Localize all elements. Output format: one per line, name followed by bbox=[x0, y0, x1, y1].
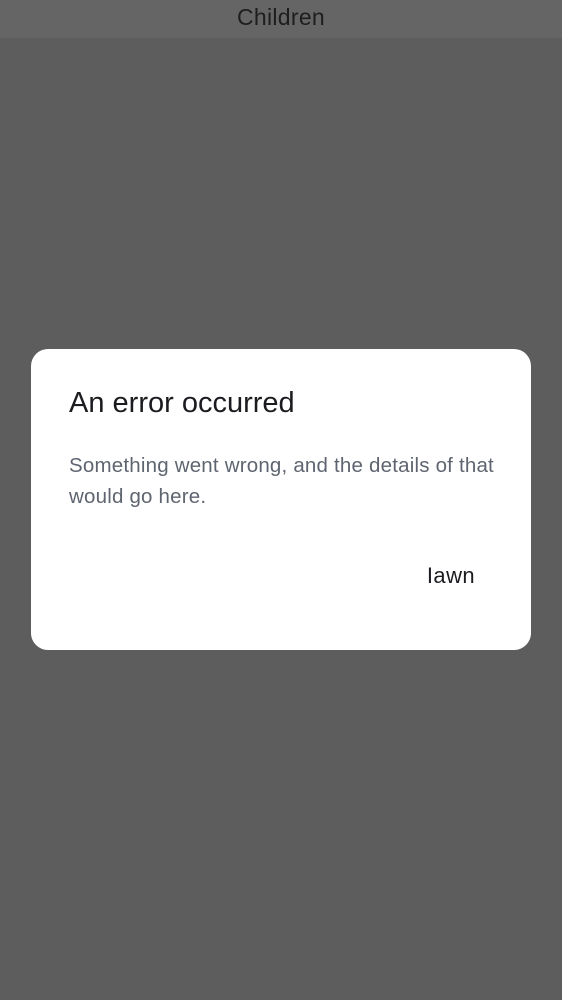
dialog-title: An error occurred bbox=[69, 387, 295, 419]
page-title: Children bbox=[236, 4, 326, 30]
app-bar: Children bbox=[0, 0, 562, 38]
error-dialog: An error occurred Something went wrong, … bbox=[31, 349, 531, 650]
dialog-message: Something went wrong, and the details of… bbox=[69, 454, 494, 508]
confirm-button[interactable]: Iawn bbox=[411, 559, 491, 593]
